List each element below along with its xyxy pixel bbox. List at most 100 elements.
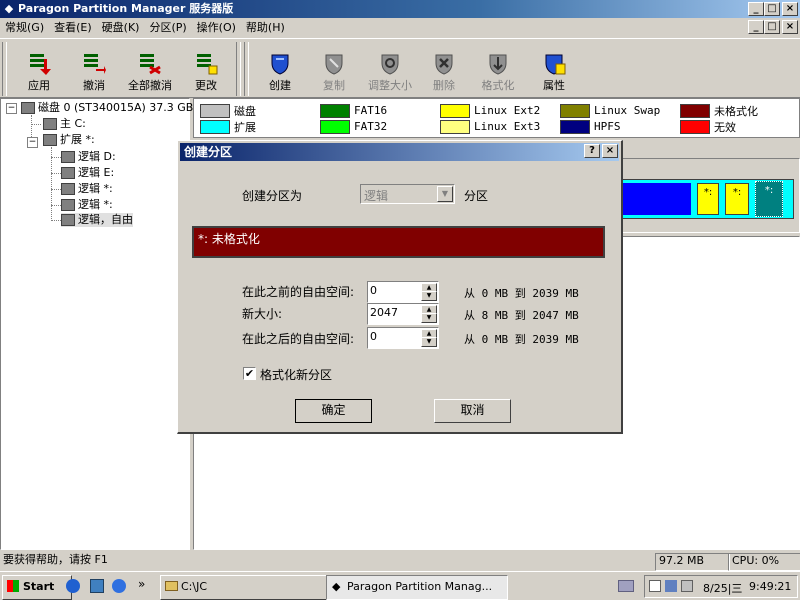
- partition-icon: [43, 134, 57, 146]
- spin-down-icon[interactable]: ▼: [421, 313, 437, 323]
- tree-item-logical-star-2[interactable]: 逻辑 *:: [61, 198, 113, 212]
- legend-label-disk: 磁盘: [234, 105, 256, 118]
- tree-item-logical-e[interactable]: 逻辑 E:: [61, 166, 114, 180]
- tree-item-extended[interactable]: 扩展 *:: [43, 133, 95, 147]
- dialog-title: 创建分区: [184, 145, 233, 159]
- apply-icon: [30, 54, 51, 75]
- cancel-button[interactable]: 取消: [434, 399, 511, 423]
- free-before-input[interactable]: [370, 283, 418, 298]
- quick-launch-more[interactable]: »: [138, 577, 145, 591]
- menu-disk[interactable]: 硬盘(K): [97, 18, 145, 37]
- properties-button[interactable]: 属性: [528, 51, 580, 93]
- mdi-minimize-button[interactable]: _: [748, 20, 764, 34]
- resize-button[interactable]: 调整大小: [361, 51, 419, 93]
- free-before-label: 在此之前的自由空间:: [242, 285, 355, 299]
- free-after-input[interactable]: [370, 329, 418, 344]
- task-paragon[interactable]: ◆ Paragon Partition Manag...: [326, 575, 508, 600]
- mdi-restore-button[interactable]: □: [764, 20, 780, 34]
- mdi-close-button[interactable]: ×: [782, 20, 798, 34]
- tray-monitor-icon[interactable]: [649, 580, 661, 592]
- format-button[interactable]: 格式化: [472, 51, 524, 93]
- copy-shield-icon: [325, 54, 343, 75]
- tree-collapse-disk[interactable]: −: [6, 103, 17, 114]
- legend-label-unformatted: 未格式化: [714, 105, 758, 118]
- free-after-spinner[interactable]: ▲ ▼: [367, 327, 439, 349]
- explorer-icon[interactable]: [90, 579, 104, 593]
- legend-swatch-swap: [560, 104, 590, 118]
- tree-collapse-extended[interactable]: −: [27, 137, 38, 148]
- undo-all-button[interactable]: 全部撤消: [120, 51, 180, 93]
- toolbar-grip-2: [244, 42, 249, 96]
- spin-down-icon[interactable]: ▼: [421, 337, 437, 347]
- window-title-bar[interactable]: Paragon Partition Manager 服务器版: [0, 0, 800, 18]
- menu-partition[interactable]: 分区(P): [144, 18, 191, 37]
- apply-button[interactable]: 应用: [13, 51, 65, 93]
- spin-down-icon[interactable]: ▼: [421, 291, 437, 301]
- tree-item-logical-star-1[interactable]: 逻辑 *:: [61, 182, 113, 196]
- legend-label-extended: 扩展: [234, 121, 256, 134]
- tree-item-disk-0[interactable]: 磁盘 0 (ST340015A) 37.3 GB: [21, 101, 193, 115]
- tray-date[interactable]: 8/25|三: [703, 580, 742, 596]
- format-checkbox[interactable]: ✔: [243, 367, 256, 380]
- partition-type-select[interactable]: 逻辑 ▼: [360, 184, 455, 204]
- ok-button[interactable]: 确定: [295, 399, 372, 423]
- change-button[interactable]: 更改: [180, 51, 232, 93]
- menu-operation[interactable]: 操作(O): [192, 18, 241, 37]
- free-before-range: 从 0 MB 到 2039 MB: [464, 287, 579, 300]
- partition-icon: [61, 183, 75, 195]
- chevron-down-icon[interactable]: ▼: [437, 186, 453, 202]
- menu-help[interactable]: 帮助(H): [241, 18, 290, 37]
- free-before-spinner[interactable]: ▲ ▼: [367, 281, 439, 303]
- properties-shield-icon: [545, 54, 566, 75]
- dialog-close-button[interactable]: ×: [602, 144, 618, 158]
- resize-shield-icon: [381, 54, 399, 75]
- new-size-label: 新大小:: [242, 307, 283, 321]
- legend-swatch-ext3: [440, 120, 470, 134]
- new-size-spinner[interactable]: ▲ ▼: [367, 303, 439, 325]
- dialog-help-button[interactable]: ?: [584, 144, 600, 158]
- tray-network-icon[interactable]: [665, 580, 677, 592]
- partition-preview: *: 未格式化: [192, 226, 605, 258]
- new-size-range: 从 8 MB 到 2047 MB: [464, 309, 579, 322]
- partition-icon: [61, 199, 75, 211]
- toolbar-separator: [236, 42, 241, 96]
- legend-swatch-ext2: [440, 104, 470, 118]
- menu-view[interactable]: 查看(E): [49, 18, 97, 37]
- free-after-label: 在此之后的自由空间:: [242, 332, 355, 346]
- tree-item-logical-free[interactable]: 逻辑，自由: [61, 213, 133, 227]
- close-button[interactable]: ×: [782, 2, 798, 16]
- start-button[interactable]: Start: [2, 575, 72, 600]
- legend-swatch-invalid: [680, 120, 710, 134]
- status-bar: 要获得帮助，请按 F1 97.2 MB CPU: 0%: [0, 551, 800, 571]
- network-tray-icon[interactable]: [618, 580, 634, 592]
- ie-icon[interactable]: [66, 579, 80, 593]
- disk-tree[interactable]: − 磁盘 0 (ST340015A) 37.3 GB 主 C: − 扩展 *: …: [0, 98, 193, 550]
- create-shield-icon: [271, 54, 289, 75]
- undo-button[interactable]: 撤消: [68, 51, 120, 93]
- maximize-button[interactable]: □: [764, 2, 780, 16]
- status-memory: 97.2 MB: [655, 553, 730, 571]
- copy-button[interactable]: 复制: [308, 51, 360, 93]
- tree-item-logical-d[interactable]: 逻辑 D:: [61, 150, 116, 164]
- partition-block-ext2-2[interactable]: *:: [725, 183, 749, 215]
- format-checkbox-label[interactable]: 格式化新分区: [260, 366, 332, 383]
- partition-block-ext2-1[interactable]: *:: [697, 183, 719, 215]
- new-size-input[interactable]: [370, 305, 418, 320]
- tray-speaker-icon[interactable]: [681, 580, 693, 592]
- minimize-button[interactable]: _: [748, 2, 764, 16]
- legend-label-fat16: FAT16: [354, 104, 388, 117]
- partition-icon: [61, 214, 75, 226]
- menu-general[interactable]: 常规(G): [0, 18, 49, 37]
- task-cjc[interactable]: C:\JC: [160, 575, 344, 600]
- legend-label-ext3: Linux Ext3: [474, 120, 541, 133]
- dialog-title-bar[interactable]: 创建分区: [180, 143, 619, 161]
- tray-clock[interactable]: 9:49:21: [749, 580, 791, 593]
- partition-block-selected[interactable]: *:: [755, 181, 783, 217]
- create-button[interactable]: 创建: [254, 51, 306, 93]
- legend-swatch-unformatted: [680, 104, 710, 118]
- delete-button[interactable]: 删除: [418, 51, 470, 93]
- folder-icon: [165, 581, 178, 591]
- tree-item-primary-c[interactable]: 主 C:: [43, 117, 86, 131]
- media-player-icon[interactable]: [112, 579, 126, 593]
- partition-block-blue[interactable]: [619, 183, 691, 215]
